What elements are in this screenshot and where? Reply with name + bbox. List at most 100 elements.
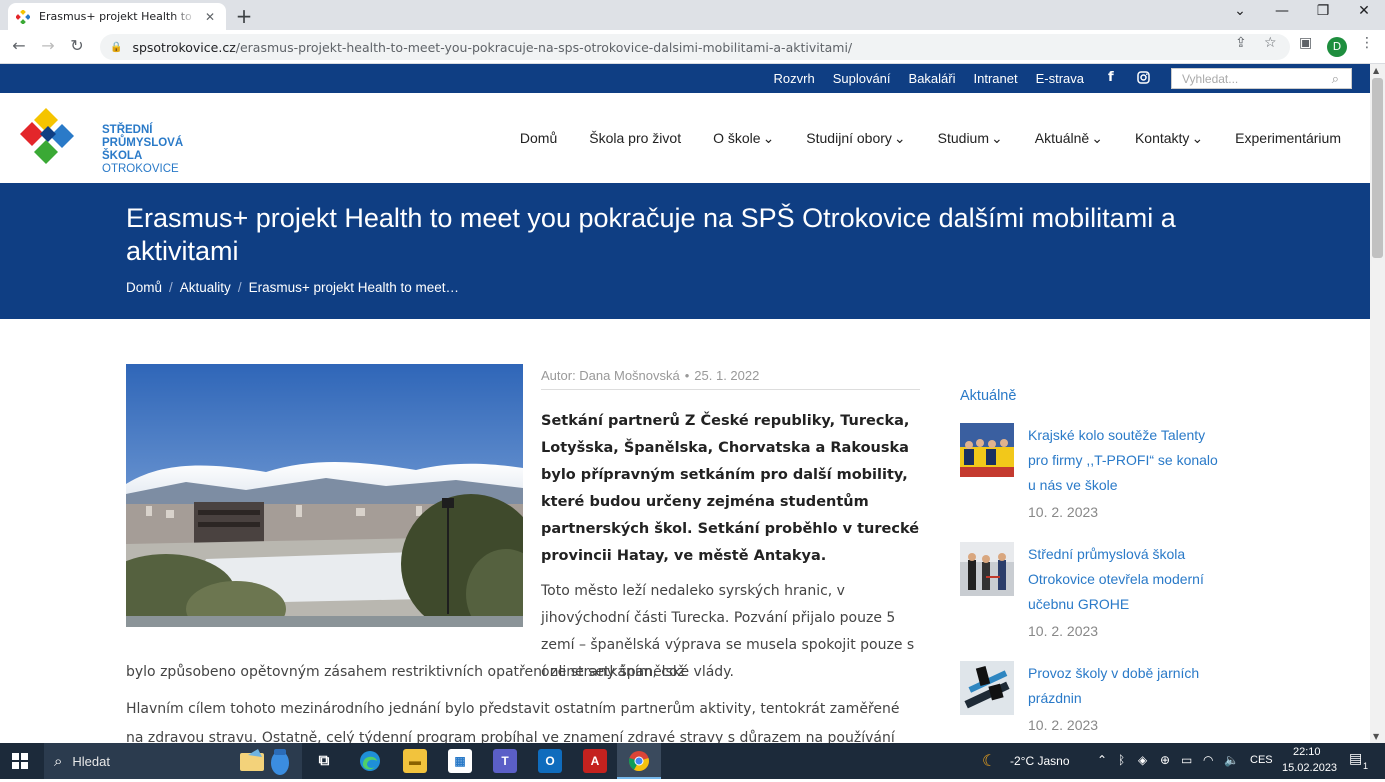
news-thumbnail[interactable] — [960, 661, 1014, 715]
utility-link-suplovani[interactable]: Suplování — [833, 71, 891, 86]
bookmark-star-icon[interactable]: ☆ — [1264, 35, 1277, 51]
chevron-down-icon: ⌄ — [762, 130, 775, 146]
share-icon[interactable]: ⇪ — [1235, 35, 1247, 51]
taskbar-search-label: Hledat — [72, 753, 110, 769]
nav-item-studium[interactable]: Studium ⌄ — [938, 130, 1003, 147]
chevron-down-icon: ⌄ — [991, 130, 1003, 146]
article-meta: Autor: Dana Mošnovská • 25. 1. 2022 — [541, 368, 920, 390]
windows-start-icon[interactable] — [12, 753, 28, 769]
restore-icon[interactable]: ❐ — [1308, 3, 1338, 19]
scroll-up-arrow-icon[interactable]: ▲ — [1373, 66, 1379, 75]
teams-tray-icon[interactable]: ◈ — [1138, 753, 1147, 767]
page-scrollbar[interactable]: ▲ ▼ — [1370, 64, 1385, 743]
lock-icon: 🔒 — [110, 41, 123, 53]
notifications-icon[interactable]: ▤ — [1349, 751, 1362, 767]
profile-avatar[interactable]: D — [1327, 37, 1347, 57]
search-icon[interactable]: ⌕ — [1332, 71, 1339, 87]
volume-muted-icon[interactable]: 🔈 — [1224, 753, 1239, 767]
news-thumbnail[interactable] — [960, 423, 1014, 477]
breadcrumb-current: Erasmus+ projekt Health to meet… — [248, 280, 460, 295]
nav-item-experimentarium[interactable]: Experimentárium — [1235, 130, 1341, 147]
browser-tab-strip: Erasmus+ projekt Health to meet you pokr… — [0, 0, 1385, 30]
logo-wordmark: STŘEDNÍ PRŮMYSLOVÁ ŠKOLA OTROKOVICE — [102, 124, 183, 176]
tray-chevron-up-icon[interactable]: ⌃ — [1097, 753, 1107, 767]
task-view-icon[interactable]: ⧉ — [312, 749, 336, 773]
nav-item-domu[interactable]: Domů — [520, 130, 557, 147]
facebook-icon[interactable]: f — [1108, 70, 1114, 85]
tab-title: Erasmus+ projekt Health to meet you pokr… — [39, 10, 196, 23]
news-date: 10. 2. 2023 — [1028, 623, 1099, 639]
news-photo-competition-image — [960, 423, 1014, 477]
minimize-icon[interactable]: — — [1267, 3, 1297, 19]
browser-menu-icon[interactable]: ⋮ — [1360, 35, 1374, 51]
app-tray-icon[interactable]: ⊕ — [1160, 753, 1170, 767]
article-author[interactable]: Autor: Dana Mošnovská — [541, 368, 680, 383]
news-thumbnail[interactable] — [960, 542, 1014, 596]
school-logo[interactable]: STŘEDNÍ PRŮMYSLOVÁ ŠKOLA OTROKOVICE — [18, 106, 183, 175]
edge-icon[interactable] — [358, 749, 382, 773]
tab-close-icon[interactable]: ✕ — [202, 10, 218, 24]
close-window-icon[interactable]: ✕ — [1349, 3, 1379, 19]
instagram-icon[interactable] — [1137, 71, 1150, 84]
main-navigation: Domů Škola pro život O škole ⌄ Studijní o… — [520, 130, 1341, 147]
sidebar-title[interactable]: Aktuálně — [960, 388, 1240, 404]
news-photo-skis-image — [960, 661, 1014, 715]
new-tab-icon[interactable]: + — [233, 4, 255, 28]
article-date[interactable]: 25. 1. 2022 — [694, 368, 759, 383]
breadcrumb-home[interactable]: Domů — [126, 280, 162, 295]
microsoft-store-icon[interactable]: ▦ — [448, 749, 472, 773]
browser-tab[interactable]: Erasmus+ projekt Health to meet you pokr… — [8, 3, 226, 30]
clock-date[interactable]: 15.02.2023 — [1282, 762, 1337, 774]
site-favicon-icon — [16, 9, 30, 24]
search-highlight-illustration-icon — [240, 749, 289, 775]
reload-icon[interactable]: ↻ — [66, 36, 88, 55]
logo-line-3: ŠKOLA — [102, 150, 143, 162]
article-photo[interactable] — [126, 364, 523, 627]
wifi-icon[interactable]: ◠ — [1203, 753, 1213, 767]
file-explorer-icon[interactable]: ▬ — [403, 749, 427, 773]
battery-icon[interactable]: ▭ — [1181, 753, 1192, 767]
breadcrumb-aktuality[interactable]: Aktuality — [180, 280, 231, 295]
input-language[interactable]: CES — [1250, 754, 1273, 766]
tab-search-chevron-icon[interactable]: ⌄ — [1225, 3, 1255, 19]
taskbar-search-box[interactable]: ⌕ Hledat — [44, 743, 302, 779]
logo-line-2: PRŮMYSLOVÁ — [102, 137, 184, 149]
news-title[interactable]: Střední průmyslová škola Otrokovice otev… — [1028, 542, 1228, 617]
outlook-icon[interactable]: O — [538, 749, 562, 773]
news-title[interactable]: Provoz školy v době jarních prázdnin — [1028, 661, 1228, 711]
acrobat-icon[interactable]: A — [583, 749, 607, 773]
forward-icon[interactable]: → — [37, 36, 59, 55]
bluetooth-icon[interactable]: ᛒ — [1118, 753, 1125, 767]
address-bar[interactable]: 🔒 spsotrokovice.cz/erasmus-projekt-healt… — [100, 34, 1290, 60]
logo-line-4: OTROKOVICE — [102, 163, 179, 175]
site-search-input[interactable]: Vyhledat... ⌕ — [1171, 68, 1352, 89]
nav-item-o-skole[interactable]: O škole ⌄ — [713, 130, 774, 147]
scrollbar-thumb[interactable] — [1372, 78, 1383, 258]
utility-link-estrava[interactable]: E-strava — [1036, 71, 1084, 86]
utility-link-bakalari[interactable]: Bakaláři — [909, 71, 956, 86]
nav-item-kontakty[interactable]: Kontakty ⌄ — [1135, 130, 1203, 147]
back-icon[interactable]: ← — [8, 36, 30, 55]
weather-text[interactable]: -2°C Jasno — [1010, 754, 1070, 768]
side-panel-icon[interactable]: ▣ — [1299, 35, 1312, 51]
article-paragraph-1b: bylo způsobeno opětovným zásahem restrik… — [126, 664, 734, 680]
nav-item-studijni-obory[interactable]: Studijní obory ⌄ — [806, 130, 905, 147]
clock-time[interactable]: 22:10 — [1293, 746, 1321, 758]
chrome-icon[interactable] — [627, 749, 651, 773]
scroll-down-arrow-icon[interactable]: ▼ — [1373, 732, 1379, 741]
teams-icon[interactable]: T — [493, 749, 517, 773]
news-date: 10. 2. 2023 — [1028, 504, 1099, 520]
utility-link-intranet[interactable]: Intranet — [974, 71, 1018, 86]
weather-moon-icon[interactable]: ☾ — [982, 751, 996, 770]
city-landscape-image — [126, 364, 523, 627]
chevron-down-icon: ⌄ — [893, 130, 906, 146]
news-date: 10. 2. 2023 — [1028, 717, 1099, 733]
utility-link-rozvrh[interactable]: Rozvrh — [774, 71, 815, 86]
site-header: STŘEDNÍ PRŮMYSLOVÁ ŠKOLA OTROKOVICE Domů… — [0, 93, 1370, 183]
news-title[interactable]: Krajské kolo soutěže Talenty pro firmy ,… — [1028, 423, 1228, 498]
nav-item-skola-pro-zivot[interactable]: Škola pro život — [589, 130, 681, 147]
utility-nav: Rozvrh Suplování Bakaláři Intranet E-str… — [774, 71, 1084, 86]
chevron-down-icon: ⌄ — [1091, 130, 1103, 146]
windows-taskbar: ⌕ Hledat ⧉ ▬ ▦ T O A ☾ -2°C Jasno ⌃ ᛒ ◈ … — [0, 743, 1385, 779]
nav-item-aktualne[interactable]: Aktuálně ⌄ — [1035, 130, 1103, 147]
